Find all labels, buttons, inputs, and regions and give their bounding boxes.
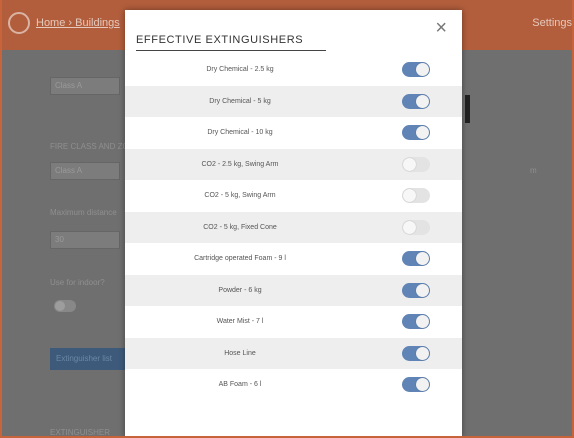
background-toggle[interactable] (54, 300, 76, 312)
logo-icon[interactable] (8, 12, 30, 34)
toggle-knob (416, 283, 429, 297)
list-item: Cartridge operated Foam - 9 l (125, 243, 462, 275)
settings-link[interactable]: Settings (532, 17, 572, 29)
list-item: CO2 - 5 kg, Fixed Cone (125, 211, 462, 243)
toggle-switch[interactable] (402, 377, 430, 392)
toggle-knob (416, 252, 429, 265)
toggle-knob (416, 315, 429, 328)
toggle-knob (403, 220, 416, 234)
list-item: Powder - 6 kg (125, 274, 462, 306)
list-item: Hose Line (125, 337, 462, 369)
toggle-switch[interactable] (402, 282, 430, 298)
toggle-switch[interactable] (402, 188, 430, 203)
item-label: CO2 - 2.5 kg, Swing Arm (201, 160, 279, 168)
background-field-2[interactable]: 30 (50, 231, 120, 249)
background-label-2: Maximum distance (50, 208, 117, 217)
list-item: Dry Chemical - 10 kg (125, 117, 462, 149)
toggle-knob (416, 378, 429, 391)
item-label: Dry Chemical - 5 kg (209, 97, 271, 105)
item-label: Powder - 6 kg (218, 286, 262, 294)
background-bottom-label: EXTINGUISHER (50, 428, 111, 437)
background-toggle-label: Use for indoor? (50, 278, 105, 287)
toggle-switch[interactable] (402, 156, 430, 172)
list-item: CO2 - 5 kg, Swing Arm (125, 180, 462, 212)
toggle-switch[interactable] (402, 62, 430, 77)
toggle-switch[interactable] (402, 251, 430, 266)
toggle-switch[interactable] (402, 345, 430, 361)
app-frame: Home › Buildings Settings Class A FIRE C… (0, 0, 574, 438)
list-item: CO2 - 2.5 kg, Swing Arm (125, 148, 462, 180)
background-field-1[interactable]: Class A (50, 162, 120, 180)
item-label: AB Foam - 6 l (218, 381, 262, 388)
item-label: CO2 - 5 kg, Fixed Cone (203, 223, 277, 231)
toggle-switch[interactable] (402, 219, 430, 235)
list-item: Dry Chemical - 2.5 kg (125, 54, 462, 86)
item-label: Dry Chemical - 10 kg (207, 129, 273, 136)
item-label: CO2 - 5 kg, Swing Arm (204, 192, 276, 199)
toggle-knob (416, 63, 429, 76)
toggle-switch[interactable] (402, 314, 430, 329)
toggle-knob (403, 157, 416, 171)
close-icon[interactable]: × (435, 18, 447, 38)
item-label: Hose Line (224, 349, 256, 357)
extinguisher-list: Dry Chemical - 2.5 kg Dry Chemical - 5 k… (125, 54, 462, 401)
breadcrumb[interactable]: Home › Buildings (36, 17, 120, 29)
item-label: Cartridge operated Foam - 9 l (194, 255, 286, 262)
toggle-switch[interactable] (402, 125, 430, 140)
background-select[interactable]: Class A (50, 77, 120, 95)
title-underline (136, 50, 326, 51)
list-item: Water Mist - 7 l (125, 306, 462, 338)
effective-extinguishers-modal: EFFECTIVE EXTINGUISHERS × Dry Chemical -… (125, 10, 462, 436)
list-item: Dry Chemical - 5 kg (125, 85, 462, 117)
toggle-knob (416, 126, 429, 139)
item-label: Dry Chemical - 2.5 kg (206, 66, 274, 73)
toggle-knob (416, 346, 429, 360)
toggle-switch[interactable] (402, 93, 430, 109)
toggle-knob (416, 94, 429, 108)
background-button[interactable]: Extinguisher list (50, 348, 125, 370)
background-unit: m (530, 166, 537, 175)
list-item: AB Foam - 6 l (125, 369, 462, 401)
item-label: Water Mist - 7 l (216, 318, 264, 325)
background-bar (465, 95, 470, 123)
modal-title: EFFECTIVE EXTINGUISHERS (136, 34, 304, 46)
toggle-knob (403, 189, 416, 202)
